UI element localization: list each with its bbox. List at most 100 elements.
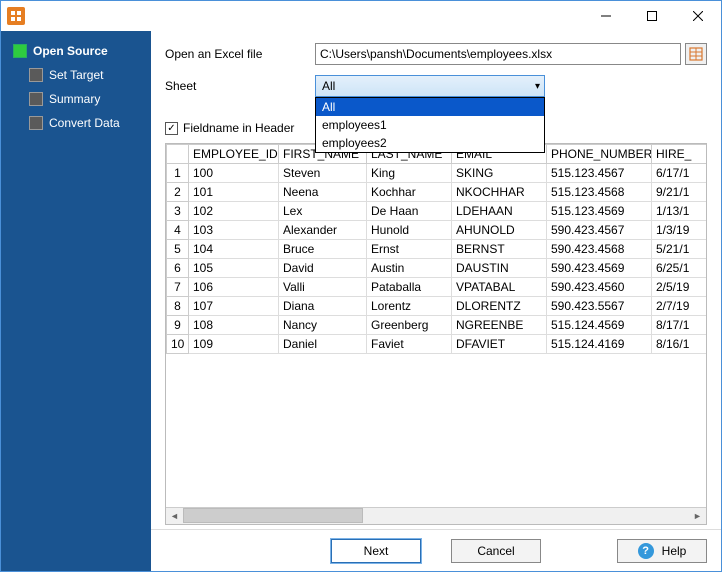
table-row[interactable]: 9108NancyGreenbergNGREENBE515.124.45698/…	[167, 316, 707, 335]
table-cell[interactable]: 101	[189, 183, 279, 202]
cancel-button[interactable]: Cancel	[451, 539, 541, 563]
table-cell[interactable]: 2/5/19	[652, 278, 707, 297]
table-cell[interactable]: NKOCHHAR	[452, 183, 547, 202]
row-number: 4	[167, 221, 189, 240]
table-cell[interactable]: 515.124.4169	[547, 335, 652, 354]
table-cell[interactable]: Nancy	[279, 316, 367, 335]
table-cell[interactable]: Daniel	[279, 335, 367, 354]
table-cell[interactable]: David	[279, 259, 367, 278]
table-row[interactable]: 4103AlexanderHunoldAHUNOLD590.423.45671/…	[167, 221, 707, 240]
table-cell[interactable]: LDEHAAN	[452, 202, 547, 221]
table-cell[interactable]: 515.123.4567	[547, 164, 652, 183]
help-button[interactable]: ? Help	[617, 539, 707, 563]
table-cell[interactable]: Hunold	[367, 221, 452, 240]
content-panel: Open an Excel file Sheet All ▾ Allemploy…	[151, 31, 721, 571]
table-row[interactable]: 2101NeenaKochharNKOCHHAR515.123.45689/21…	[167, 183, 707, 202]
next-button[interactable]: Next	[331, 539, 421, 563]
sidebar-item-label: Convert Data	[49, 116, 120, 130]
table-cell[interactable]: Valli	[279, 278, 367, 297]
table-cell[interactable]: NGREENBE	[452, 316, 547, 335]
table-cell[interactable]: 590.423.4569	[547, 259, 652, 278]
scroll-left-icon[interactable]: ◄	[166, 508, 183, 525]
table-cell[interactable]: 590.423.4568	[547, 240, 652, 259]
table-cell[interactable]: 106	[189, 278, 279, 297]
step-status-icon	[29, 116, 43, 130]
sidebar-item-convert-data[interactable]: Convert Data	[25, 111, 151, 135]
table-cell[interactable]: King	[367, 164, 452, 183]
table-row[interactable]: 7106ValliPataballaVPATABAL590.423.45602/…	[167, 278, 707, 297]
table-cell[interactable]: 103	[189, 221, 279, 240]
table-row[interactable]: 3102LexDe HaanLDEHAAN515.123.45691/13/1	[167, 202, 707, 221]
browse-button[interactable]	[685, 43, 707, 65]
table-cell[interactable]: 104	[189, 240, 279, 259]
table-cell[interactable]: 5/21/1	[652, 240, 707, 259]
table-row[interactable]: 5104BruceErnstBERNST590.423.45685/21/1	[167, 240, 707, 259]
sidebar-item-set-target[interactable]: Set Target	[25, 63, 151, 87]
sidebar-item-summary[interactable]: Summary	[25, 87, 151, 111]
sidebar-item-open-source[interactable]: Open Source	[9, 39, 151, 63]
table-cell[interactable]: 105	[189, 259, 279, 278]
table-cell[interactable]: 9/21/1	[652, 183, 707, 202]
table-cell[interactable]: AHUNOLD	[452, 221, 547, 240]
sheet-select[interactable]: All ▾	[315, 75, 545, 97]
scroll-right-icon[interactable]: ►	[689, 508, 706, 525]
column-header[interactable]: EMPLOYEE_ID	[189, 145, 279, 164]
table-cell[interactable]: Steven	[279, 164, 367, 183]
file-path-input[interactable]	[315, 43, 681, 65]
table-cell[interactable]: Austin	[367, 259, 452, 278]
table-cell[interactable]: 1/13/1	[652, 202, 707, 221]
table-cell[interactable]: 515.123.4569	[547, 202, 652, 221]
table-cell[interactable]: 100	[189, 164, 279, 183]
table-cell[interactable]: 515.124.4569	[547, 316, 652, 335]
column-header[interactable]: PHONE_NUMBER	[547, 145, 652, 164]
table-cell[interactable]: Neena	[279, 183, 367, 202]
table-cell[interactable]: 102	[189, 202, 279, 221]
table-cell[interactable]: Greenberg	[367, 316, 452, 335]
fieldname-checkbox[interactable]: ✓	[165, 122, 178, 135]
table-cell[interactable]: 108	[189, 316, 279, 335]
table-row[interactable]: 6105DavidAustinDAUSTIN590.423.45696/25/1	[167, 259, 707, 278]
table-row[interactable]: 8107DianaLorentzDLORENTZ590.423.55672/7/…	[167, 297, 707, 316]
table-cell[interactable]: De Haan	[367, 202, 452, 221]
table-cell[interactable]: SKING	[452, 164, 547, 183]
row-number: 3	[167, 202, 189, 221]
table-cell[interactable]: Lorentz	[367, 297, 452, 316]
table-cell[interactable]: 6/25/1	[652, 259, 707, 278]
table-cell[interactable]: 6/17/1	[652, 164, 707, 183]
table-cell[interactable]: Faviet	[367, 335, 452, 354]
table-cell[interactable]: 590.423.5567	[547, 297, 652, 316]
sheet-dropdown[interactable]: Allemployees1employees2	[315, 97, 545, 153]
table-cell[interactable]: Alexander	[279, 221, 367, 240]
table-cell[interactable]: Pataballa	[367, 278, 452, 297]
table-cell[interactable]: DAUSTIN	[452, 259, 547, 278]
table-cell[interactable]: DLORENTZ	[452, 297, 547, 316]
table-cell[interactable]: BERNST	[452, 240, 547, 259]
table-cell[interactable]: 8/16/1	[652, 335, 707, 354]
column-header[interactable]: HIRE_	[652, 145, 707, 164]
table-cell[interactable]: 109	[189, 335, 279, 354]
minimize-button[interactable]	[583, 1, 629, 31]
sheet-option[interactable]: employees1	[316, 116, 544, 134]
table-cell[interactable]: Diana	[279, 297, 367, 316]
table-cell[interactable]: Bruce	[279, 240, 367, 259]
table-cell[interactable]: 8/17/1	[652, 316, 707, 335]
table-cell[interactable]: 2/7/19	[652, 297, 707, 316]
table-row[interactable]: 10109DanielFavietDFAVIET515.124.41698/16…	[167, 335, 707, 354]
table-cell[interactable]: 515.123.4568	[547, 183, 652, 202]
sheet-option[interactable]: All	[316, 98, 544, 116]
table-cell[interactable]: Ernst	[367, 240, 452, 259]
maximize-button[interactable]	[629, 1, 675, 31]
table-cell[interactable]: 1/3/19	[652, 221, 707, 240]
sheet-option[interactable]: employees2	[316, 134, 544, 152]
table-cell[interactable]: 590.423.4567	[547, 221, 652, 240]
table-cell[interactable]: Lex	[279, 202, 367, 221]
table-cell[interactable]: DFAVIET	[452, 335, 547, 354]
table-cell[interactable]: VPATABAL	[452, 278, 547, 297]
table-cell[interactable]: 107	[189, 297, 279, 316]
table-row[interactable]: 1100StevenKingSKING515.123.45676/17/1	[167, 164, 707, 183]
horizontal-scrollbar[interactable]: ◄ ►	[166, 507, 706, 524]
scroll-thumb[interactable]	[183, 508, 363, 523]
table-cell[interactable]: 590.423.4560	[547, 278, 652, 297]
table-cell[interactable]: Kochhar	[367, 183, 452, 202]
close-button[interactable]	[675, 1, 721, 31]
